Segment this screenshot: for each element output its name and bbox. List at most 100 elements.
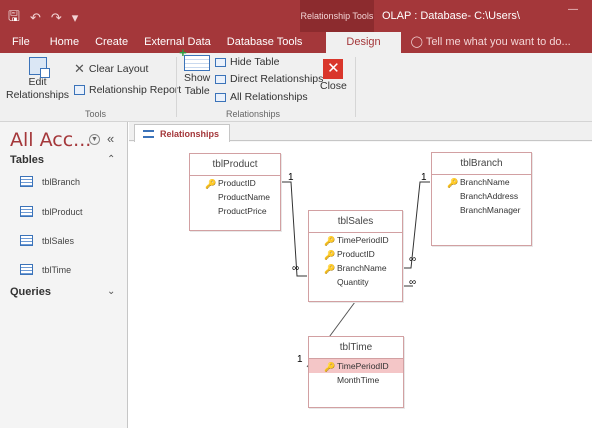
nav-item-label: tblSales (42, 235, 75, 246)
nav-section-tables[interactable]: Tables (10, 154, 44, 166)
collapse-section-icon[interactable]: ⌃ (107, 154, 115, 165)
all-relationships-icon (215, 92, 226, 102)
field-row-selected[interactable]: 🔑 TimePeriodID (309, 359, 403, 373)
field-row[interactable]: 🔑 BranchName (432, 175, 531, 189)
field-name: BranchName (337, 263, 387, 273)
relationship-one-label: 1 (288, 172, 294, 183)
edit-relationships-icon (28, 57, 50, 78)
field-row[interactable]: 🔑 TimePeriodID (309, 233, 402, 247)
table-box-tblbranch[interactable]: tblBranch 🔑 BranchName BranchAddress Bran… (431, 152, 532, 246)
nav-pane-title[interactable]: All Acc... (10, 129, 91, 151)
minimize-icon[interactable]: — (568, 4, 578, 15)
customize-qat-icon[interactable]: ▾ (72, 10, 79, 26)
nav-item-tblsales[interactable]: tblSales (20, 235, 74, 246)
table-icon (20, 176, 33, 187)
tab-external-data[interactable]: External Data (136, 32, 219, 53)
field-name: BranchManager (460, 205, 521, 215)
save-icon[interactable]: 🖫 (8, 6, 20, 30)
table-box-tblsales[interactable]: tblSales 🔑 TimePeriodID 🔑 ProductID 🔑 Branc… (308, 210, 403, 302)
navigation-pane: All Acc... ▼ « Tables ⌃ tblBranch tblPro… (0, 122, 128, 428)
tab-design[interactable]: Design (326, 32, 401, 53)
relationship-report-button[interactable]: Relationship Report (74, 84, 181, 96)
clear-layout-button[interactable]: ✕ Clear Layout (74, 61, 148, 77)
direct-relationships-label: Direct Relationships (230, 73, 324, 85)
field-name: ProductID (218, 178, 256, 188)
field-row[interactable]: BranchAddress (432, 189, 531, 203)
field-row[interactable]: 🔑 ProductID (309, 247, 402, 261)
close-button[interactable]: ✕ Close (320, 59, 347, 92)
hide-table-button[interactable]: Hide Table (215, 56, 279, 68)
ribbon-tabs: File Home Create External Data Database … (0, 32, 592, 53)
hide-table-label: Hide Table (230, 56, 280, 68)
relationship-report-icon (74, 85, 85, 95)
table-icon (20, 206, 33, 217)
relationship-one-label: 1 (421, 172, 427, 183)
show-table-button[interactable]: Show Table (179, 47, 211, 97)
redo-icon[interactable]: ↷ (51, 10, 62, 26)
field-name: TimePeriodID (337, 235, 389, 245)
hide-table-icon (215, 57, 226, 67)
tell-me-search[interactable]: ◯ Tell me what you want to do... (401, 32, 579, 53)
key-icon: 🔑 (324, 250, 336, 260)
relationship-many-label: ∞ (409, 277, 416, 288)
field-name: ProductID (337, 249, 375, 259)
window-title: OLAP : Database- C:\Users\ (382, 10, 520, 22)
key-icon: 🔑 (324, 236, 336, 246)
field-row[interactable]: ProductName (190, 190, 280, 204)
tab-home[interactable]: Home (42, 32, 87, 53)
shutter-bar-collapse-icon[interactable]: « (107, 131, 114, 146)
tab-create[interactable]: Create (87, 32, 136, 53)
all-relationships-label: All Relationships (230, 91, 308, 103)
nav-pane-menu-icon[interactable]: ▼ (89, 134, 100, 145)
relationship-many-label: ∞ (292, 263, 299, 274)
nav-item-label: tblBranch (42, 176, 81, 187)
ribbon-separator (176, 57, 177, 117)
field-row[interactable]: ProductPrice (190, 204, 280, 218)
table-box-title: tblSales (309, 211, 402, 233)
clear-layout-icon: ✕ (74, 61, 85, 76)
field-row[interactable]: 🔑 BranchName (309, 261, 402, 275)
undo-icon[interactable]: ↶ (30, 10, 41, 26)
expand-section-icon[interactable]: ⌄ (107, 286, 115, 297)
show-table-label-1: Show (184, 72, 211, 84)
relationships-canvas[interactable]: 1 ∞ 1 ∞ ∞ 1 tblProduct 🔑 ProductID Produc… (129, 142, 592, 428)
nav-item-tblbranch[interactable]: tblBranch (20, 176, 80, 187)
table-box-title: tblBranch (432, 153, 531, 175)
document-area: Relationships 1 ∞ 1 ∞ ∞ 1 tblProduct 🔑 Pr… (129, 122, 592, 428)
show-table-label-2: Table (184, 85, 210, 97)
field-row[interactable]: 🔑 ProductID (190, 176, 280, 190)
direct-relationships-button[interactable]: Direct Relationships (215, 73, 323, 85)
nav-section-queries[interactable]: Queries (10, 286, 51, 298)
relationship-one-label: 1 (297, 354, 303, 365)
tab-file[interactable]: File (0, 32, 42, 53)
nav-item-tblproduct[interactable]: tblProduct (20, 206, 83, 217)
ribbon: Edit Relationships ✕ Clear Layout Relati… (0, 47, 592, 122)
edit-relationships-label-2: Relationships (6, 89, 70, 101)
field-row[interactable]: Quantity (309, 275, 402, 289)
field-row[interactable]: MonthTime (309, 373, 403, 387)
table-box-tblproduct[interactable]: tblProduct 🔑 ProductID ProductName Produc… (189, 153, 281, 231)
ribbon-separator (355, 57, 356, 117)
show-table-icon (179, 47, 211, 71)
field-name: BranchAddress (460, 191, 519, 201)
close-icon: ✕ (323, 59, 344, 79)
table-icon (20, 264, 33, 275)
lightbulb-icon: ◯ (410, 36, 423, 48)
nav-item-tbltime[interactable]: tblTime (20, 264, 71, 275)
table-box-tbltime[interactable]: tblTime 🔑 TimePeriodID MonthTime (308, 336, 404, 408)
direct-relationships-icon (215, 74, 226, 84)
field-row[interactable]: BranchManager (432, 203, 531, 217)
title-bar: 🖫 ↶ ↷ ▾ Relationship Tools OLAP : Databa… (0, 0, 592, 32)
all-relationships-button[interactable]: All Relationships (215, 91, 308, 103)
nav-item-label: tblTime (42, 264, 72, 275)
tools-group-label: Tools (85, 109, 107, 119)
relationship-branch-sales (403, 181, 430, 269)
key-icon: 🔑 (324, 264, 336, 274)
key-icon: 🔑 (324, 362, 336, 372)
relationships-document-tab[interactable]: Relationships (134, 124, 231, 142)
nav-item-label: tblProduct (42, 206, 83, 217)
field-name: MonthTime (337, 375, 380, 385)
edit-relationships-button[interactable]: Edit Relationships (6, 57, 69, 101)
relationships-group-label: Relationships (226, 109, 281, 119)
tab-database-tools[interactable]: Database Tools (219, 32, 311, 53)
